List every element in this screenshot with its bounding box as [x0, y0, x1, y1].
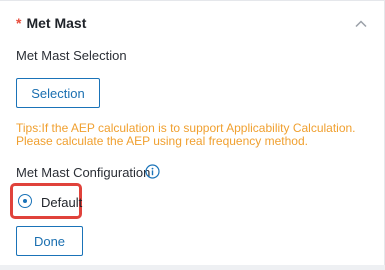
section-title-text: Met Mast	[26, 15, 87, 31]
met-mast-panel: * Met Mast Met Mast Selection Selection T…	[0, 0, 385, 270]
default-radio[interactable]	[18, 194, 32, 208]
radio-selected-dot	[22, 198, 27, 203]
tips-line-2: Please calculate the AEP using real freq…	[16, 134, 308, 148]
required-mark: *	[16, 15, 22, 31]
done-button[interactable]: Done	[16, 226, 83, 256]
met-mast-selection-label: Met Mast Selection	[16, 48, 127, 63]
chevron-up-icon[interactable]	[354, 17, 368, 31]
info-icon[interactable]	[145, 164, 160, 179]
default-radio-label[interactable]: Default	[41, 195, 82, 210]
met-mast-configuration-label: Met Mast Configuration	[16, 165, 151, 180]
selection-button[interactable]: Selection	[16, 78, 100, 108]
bottom-divider	[0, 265, 385, 270]
section-title: * Met Mast	[16, 15, 86, 31]
tips-text: Tips:If the AEP calculation is to suppor…	[16, 122, 376, 148]
